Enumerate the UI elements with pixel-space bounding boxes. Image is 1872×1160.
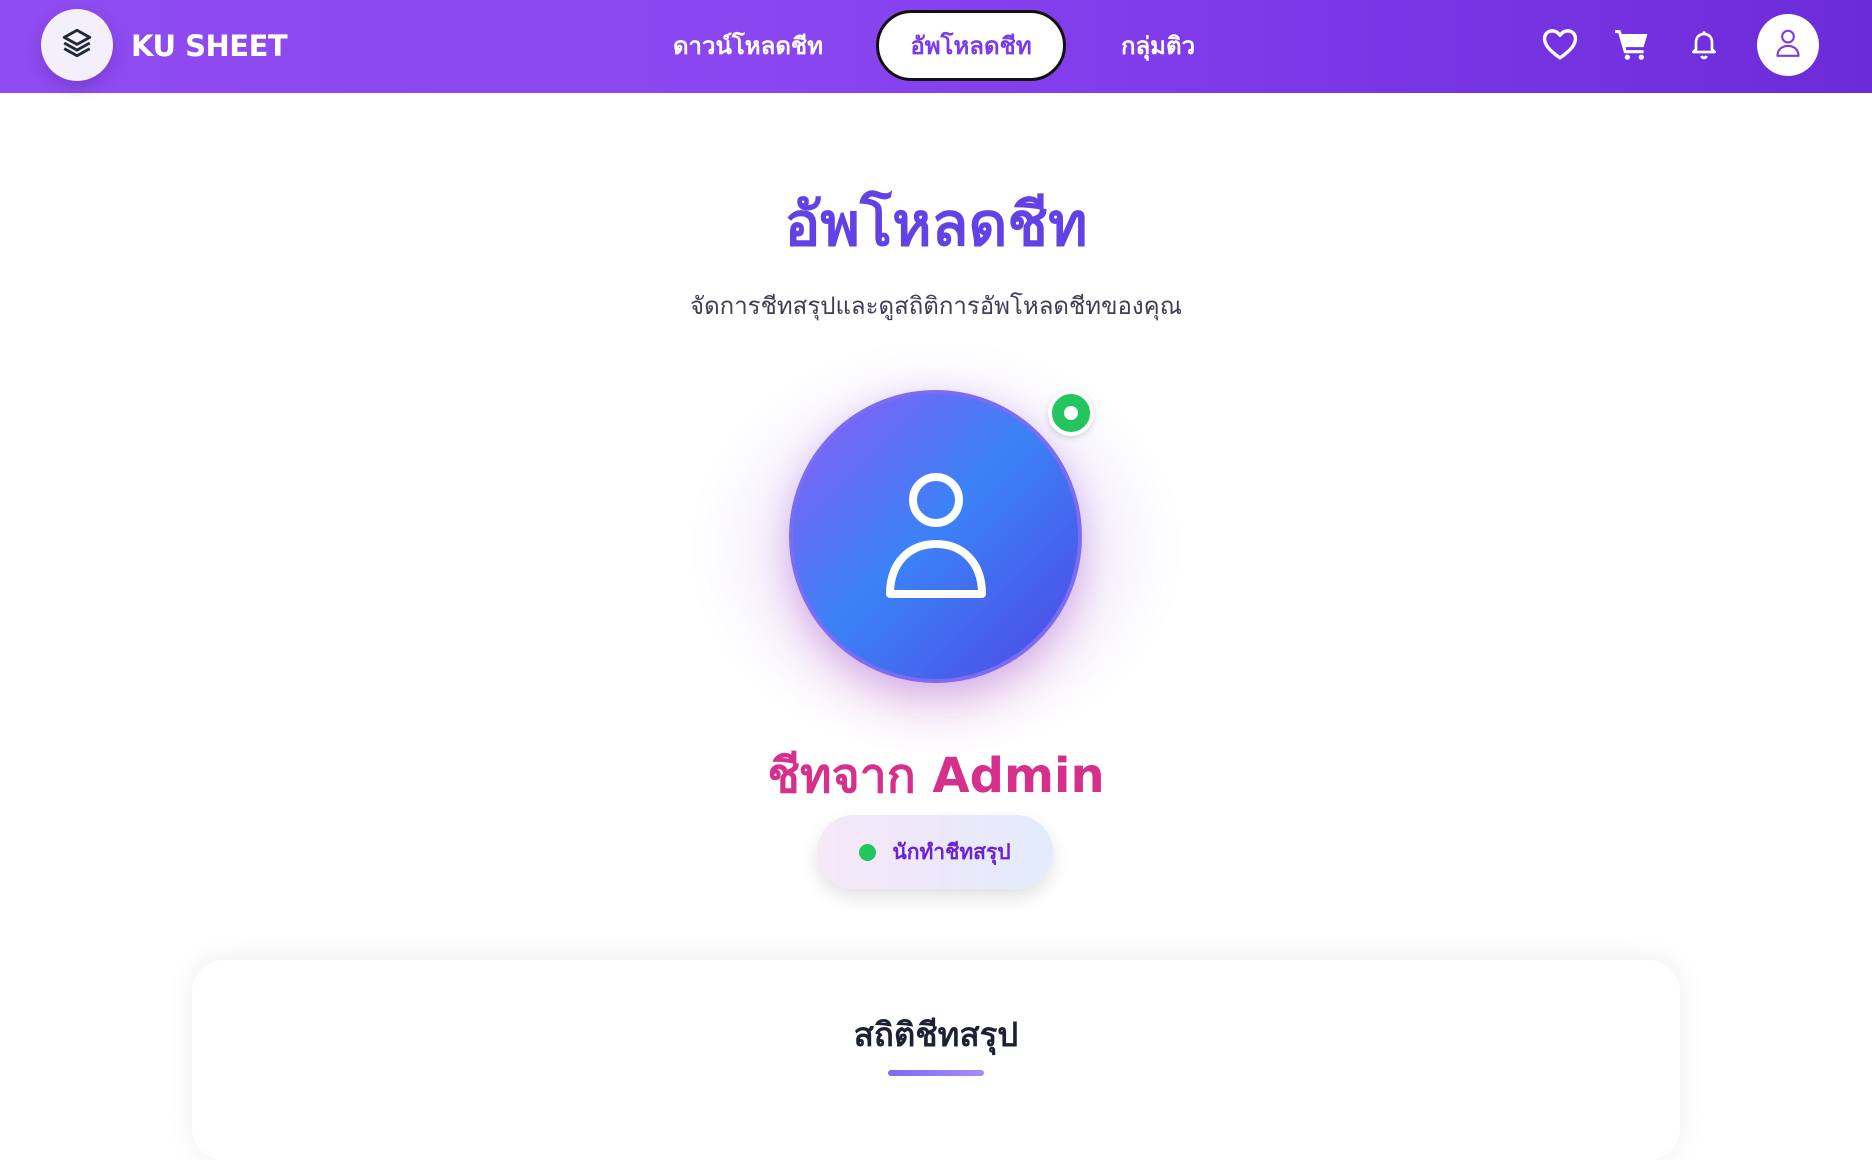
stacked-layers-icon [60,26,94,64]
profile-name: ชีทจาก Admin [767,748,1105,804]
role-label: นักทำชีทสรุป [892,839,1011,864]
brand-name[interactable]: KU SHEET [131,26,288,66]
user-icon [1774,27,1802,63]
logo[interactable] [41,9,113,81]
status-dot [859,843,877,861]
nav-link-download[interactable]: ดาวน์โหลดชีท [660,26,836,66]
profile-avatar [789,390,1082,683]
page-title: อัพโหลดชีท [784,190,1088,260]
heart-icon [1541,27,1579,65]
page-subtitle: จัดการชีทสรุปและดูสถิติการอัพโหลดชีทของค… [690,292,1182,320]
stats-title: สถิติชีทสรุป [853,1015,1019,1054]
account-button[interactable] [1757,14,1819,76]
top-navbar: KU SHEET ดาวน์โหลดชีท อัพโหลดชีท กลุ่มติ… [0,0,1872,93]
online-status-indicator [1048,390,1094,436]
nav-link-upload[interactable]: อัพโหลดชีท [876,10,1066,81]
cart-button[interactable] [1611,26,1653,66]
stats-card [192,960,1680,1160]
favorites-button[interactable] [1539,26,1581,66]
title-underline [888,1070,984,1076]
role-badge: นักทำชีทสรุป [817,815,1053,889]
bell-icon [1688,27,1720,65]
notifications-button[interactable] [1683,26,1725,66]
cart-icon [1613,27,1651,65]
nav-link-study-group[interactable]: กลุ่มติว [1110,26,1206,66]
user-icon [884,470,988,604]
